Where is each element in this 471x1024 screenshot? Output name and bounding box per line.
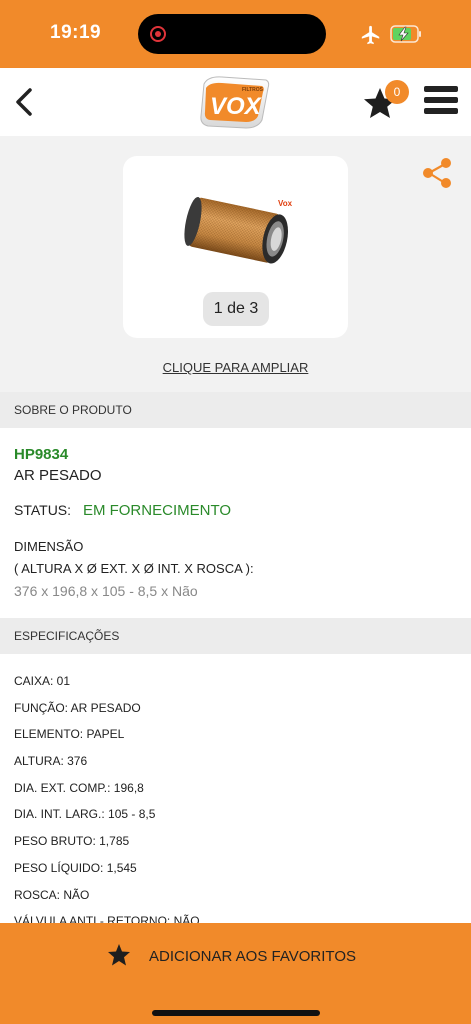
back-chevron-icon[interactable] — [8, 82, 44, 122]
product-name: AR PESADO — [14, 467, 102, 484]
specs-list: CAIXA: 01 FUNÇÃO: AR PESADO ELEMENTO: PA… — [14, 673, 454, 923]
status-time: 19:19 — [50, 22, 102, 43]
star-icon — [108, 944, 130, 966]
spec-item: ALTURA: 376 — [14, 754, 88, 769]
svg-text:VOX: VOX — [210, 93, 263, 120]
image-brand-label: Vox — [278, 199, 293, 208]
spec-item: VÁLVULA ANTI - RETORNO: NÃO — [14, 914, 200, 923]
zoom-link[interactable]: CLIQUE PARA AMPLIAR — [0, 360, 471, 375]
spec-item: ROSCA: NÃO — [14, 887, 90, 902]
dimension-title: DIMENSÃO — [14, 539, 84, 554]
product-code: HP9834 — [14, 446, 69, 463]
share-icon[interactable] — [420, 156, 454, 190]
recording-indicator-icon — [150, 26, 166, 42]
specs-section-header: ESPECIFICAÇÕES — [0, 618, 471, 654]
spec-item: PESO LÍQUIDO: 1,545 — [14, 860, 137, 875]
dimension-value: 376 x 196,8 x 105 - 8,5 x Não — [14, 583, 198, 599]
svg-text:FILTROS: FILTROS — [242, 87, 264, 93]
product-image-card[interactable]: Vox 1 de 3 — [123, 156, 348, 338]
hamburger-menu-icon[interactable] — [424, 86, 458, 116]
spec-item: DIA. EXT. COMP.: 196,8 — [14, 780, 144, 795]
status-value: EM FORNECIMENTO — [82, 502, 231, 519]
product-gallery: Vox 1 de 3 CLIQUE PARA AMPLIAR — [0, 136, 471, 392]
airplane-mode-icon — [361, 25, 380, 45]
dynamic-island — [138, 14, 326, 54]
spec-item: FUNÇÃO: AR PESADO — [14, 700, 141, 715]
status-bar: 19:19 — [0, 0, 471, 68]
app-header: VOX FILTROS 0 — [0, 68, 471, 136]
battery-charging-icon — [390, 25, 421, 43]
spec-item: ELEMENTO: PAPEL — [14, 727, 125, 742]
vox-logo[interactable]: VOX FILTROS — [198, 74, 272, 132]
dimension-format: ( ALTURA X Ø EXT. X Ø INT. X ROSCA ): — [14, 561, 254, 576]
spec-item: DIA. INT. LARG.: 105 - 8,5 — [14, 807, 156, 822]
air-filter-product-image[interactable]: Vox — [178, 186, 298, 276]
add-to-favorites-label: ADICIONAR AOS FAVORITOS — [149, 948, 356, 965]
favorites-count-badge: 0 — [385, 80, 409, 104]
image-counter: 1 de 3 — [203, 292, 269, 326]
add-to-favorites-button[interactable]: ADICIONAR AOS FAVORITOS — [0, 923, 471, 1024]
specs-list-viewport[interactable]: CAIXA: 01 FUNÇÃO: AR PESADO ELEMENTO: PA… — [0, 653, 471, 923]
home-indicator — [152, 1010, 320, 1016]
status-label: STATUS: — [14, 502, 72, 518]
spec-item: PESO BRUTO: 1,785 — [14, 834, 130, 849]
spec-item: CAIXA: 01 — [14, 674, 71, 688]
about-section-header: SOBRE O PRODUTO — [0, 392, 471, 428]
status-row: STATUS: EM FORNECIMENTO — [14, 502, 231, 519]
